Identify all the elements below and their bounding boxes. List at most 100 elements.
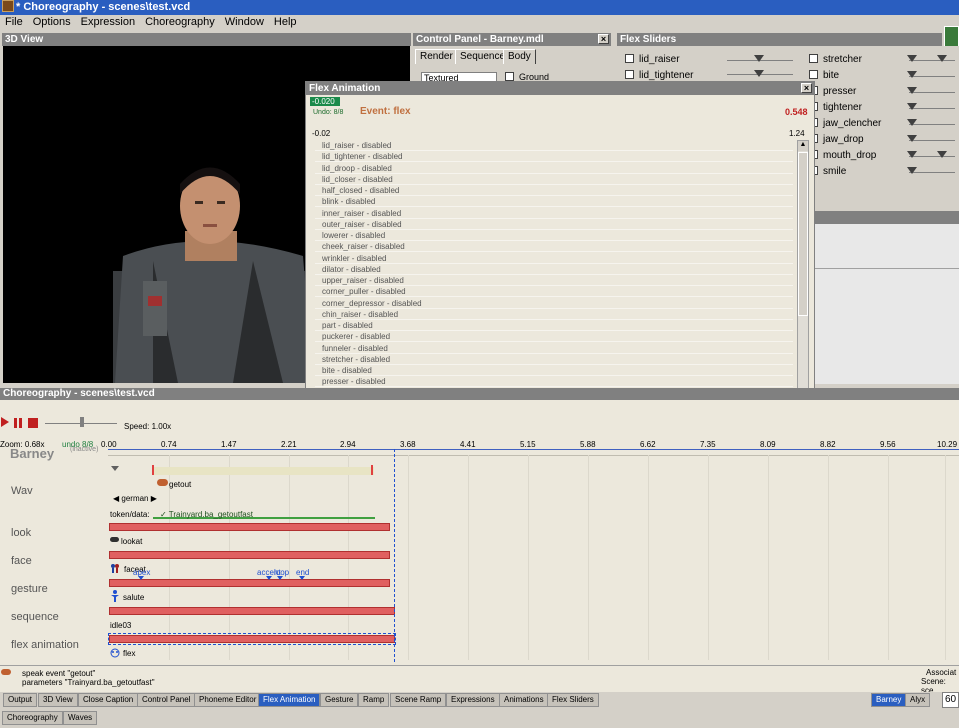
slider-thumb[interactable] <box>907 167 917 174</box>
tab-choreography[interactable]: Choreography <box>2 711 63 725</box>
playhead[interactable] <box>394 449 395 662</box>
tab-render[interactable]: Render <box>415 49 458 64</box>
flex-controller-row[interactable]: half_closed - disabled <box>315 185 793 196</box>
slider-thumb[interactable] <box>907 119 917 126</box>
speed-thumb[interactable] <box>80 417 84 427</box>
slider-thumb[interactable] <box>907 135 917 142</box>
channel-flex-animation[interactable]: flex animation <box>11 639 79 651</box>
bottom-tab-scene-ramp[interactable]: Scene Ramp <box>390 693 447 707</box>
flex-controller-row[interactable]: puckerer - disabled <box>315 331 793 343</box>
tab-waves[interactable]: Waves <box>63 711 98 725</box>
flex-controller-row[interactable]: lid_closer - disabled <box>315 173 793 185</box>
slider-thumb[interactable] <box>907 55 917 62</box>
flex-controller-row[interactable]: chin_raiser - disabled <box>315 308 793 320</box>
fps-field[interactable]: 60 <box>942 692 959 708</box>
scroll-up-icon[interactable]: ▲ <box>798 141 808 151</box>
bottom-tab-close-caption[interactable]: Close Caption <box>78 693 139 707</box>
flex-event-bar[interactable] <box>109 635 395 643</box>
flex-controller-row[interactable]: corner_depressor - disabled <box>315 297 793 309</box>
flex-controller-row[interactable]: lowerer - disabled <box>315 230 793 241</box>
wav-end-marker[interactable] <box>371 465 373 475</box>
flex-controller-row[interactable]: inner_raiser - disabled <box>315 207 793 219</box>
slider-thumb[interactable] <box>907 71 917 78</box>
slider-thumb[interactable] <box>937 55 947 62</box>
pause-icon[interactable] <box>13 418 23 428</box>
gesture-event-bar[interactable] <box>109 579 390 587</box>
sequence-event-label[interactable]: idle03 <box>110 621 131 630</box>
flex-controller-row[interactable]: lid_droop - disabled <box>315 162 793 174</box>
flex-controller-row[interactable]: blink - disabled <box>315 196 793 208</box>
tag-marker-icon[interactable] <box>138 576 144 580</box>
flex-controller-row[interactable]: corner_puller - disabled <box>315 286 793 298</box>
slider-thumb[interactable] <box>937 151 947 158</box>
slider-thumb[interactable] <box>754 55 764 62</box>
menu-file[interactable]: File <box>0 16 28 28</box>
slider-thumb[interactable] <box>907 87 917 94</box>
flex-event-label[interactable]: flex <box>123 649 135 658</box>
flex-controller-row[interactable]: lid_tightener - disabled <box>315 151 793 163</box>
actor-tab-alyx[interactable]: Alyx <box>905 693 931 707</box>
bottom-tab-animations[interactable]: Animations <box>499 693 549 707</box>
menu-window[interactable]: Window <box>220 16 269 28</box>
tab-sequence[interactable]: Sequence <box>455 49 511 64</box>
bottom-tab-flex-sliders[interactable]: Flex Sliders <box>547 693 599 707</box>
tag-marker-icon[interactable] <box>266 576 272 580</box>
slider-tightener[interactable]: tightener <box>809 101 862 117</box>
channel-sequence[interactable]: sequence <box>11 611 59 623</box>
flex-controller-row[interactable]: upper_raiser - disabled <box>315 275 793 286</box>
bottom-tab-ramp[interactable]: Ramp <box>358 693 390 707</box>
slider-jaw-clencher[interactable]: jaw_clencher <box>809 117 881 133</box>
slider-thumb[interactable] <box>907 151 917 158</box>
collapse-triangle-icon[interactable] <box>111 466 119 471</box>
face-event-bar[interactable] <box>109 551 390 559</box>
bottom-tab-gesture[interactable]: Gesture <box>320 693 359 707</box>
close-icon[interactable]: × <box>801 83 812 93</box>
flex-controller-row[interactable]: bite - disabled <box>315 365 793 376</box>
flex-controller-row[interactable]: presser - disabled <box>315 376 793 388</box>
flex-controller-row[interactable]: part - disabled <box>315 320 793 331</box>
slider-presser[interactable]: presser <box>809 85 856 101</box>
scroll-thumb[interactable] <box>798 152 808 316</box>
bottom-tab-expressions[interactable]: Expressions <box>446 693 500 707</box>
flex-controller-row[interactable]: dilator - disabled <box>315 263 793 275</box>
stop-icon[interactable] <box>28 418 38 428</box>
tag-marker-icon[interactable] <box>299 576 305 580</box>
slider-lid-raiser[interactable]: lid_raiser <box>625 53 680 69</box>
slider-mouth-drop[interactable]: mouth_drop <box>809 149 876 165</box>
look-event-label[interactable]: lookat <box>121 537 142 546</box>
actor-tab-barney[interactable]: Barney <box>871 693 907 707</box>
slider-thumb[interactable] <box>907 103 917 110</box>
wav-start-marker[interactable] <box>152 465 154 475</box>
menu-help[interactable]: Help <box>269 16 302 28</box>
close-icon[interactable]: × <box>598 34 609 44</box>
bottom-tab-3d-view[interactable]: 3D View <box>38 693 78 707</box>
gesture-event-label[interactable]: salute <box>123 593 144 602</box>
bottom-tab-phoneme-editor[interactable]: Phoneme Editor <box>194 693 262 707</box>
menu-expression[interactable]: Expression <box>76 16 140 28</box>
slider-thumb[interactable] <box>754 70 764 77</box>
play-icon[interactable] <box>0 416 10 428</box>
wav-event-range[interactable] <box>152 467 374 475</box>
slider-jaw-drop[interactable]: jaw_drop <box>809 133 864 149</box>
bottom-tab-output[interactable]: Output <box>3 693 38 707</box>
flex-controller-row[interactable]: funneler - disabled <box>315 342 793 354</box>
language-selector[interactable]: ◀ german ▶ <box>113 494 157 503</box>
flex-controller-row[interactable]: stretcher - disabled <box>315 353 793 365</box>
flex-controller-row[interactable]: cheek_raiser - disabled <box>315 241 793 253</box>
token-value[interactable]: ✓ Trainyard.ba_getoutfast <box>160 510 253 519</box>
channel-look[interactable]: look <box>11 527 31 539</box>
look-event-bar[interactable] <box>109 523 390 531</box>
bottom-tab-control-panel[interactable]: Control Panel <box>137 693 196 707</box>
wav-event-label[interactable]: getout <box>169 480 191 489</box>
sequence-event-bar[interactable] <box>109 607 395 615</box>
flex-controller-row[interactable]: lid_raiser - disabled <box>315 140 793 151</box>
channel-gesture[interactable]: gesture <box>11 583 48 595</box>
tag-marker-icon[interactable] <box>277 576 283 580</box>
bottom-tab-flex-animation[interactable]: Flex Animation <box>258 693 321 707</box>
channel-face[interactable]: face <box>11 555 32 567</box>
channel-wav[interactable]: Wav <box>11 485 33 497</box>
flex-vertical-scrollbar[interactable]: ▲ ▼ <box>797 140 809 415</box>
menu-options[interactable]: Options <box>28 16 76 28</box>
flex-controller-row[interactable]: outer_raiser - disabled <box>315 218 793 230</box>
menu-choreography[interactable]: Choreography <box>140 16 220 28</box>
